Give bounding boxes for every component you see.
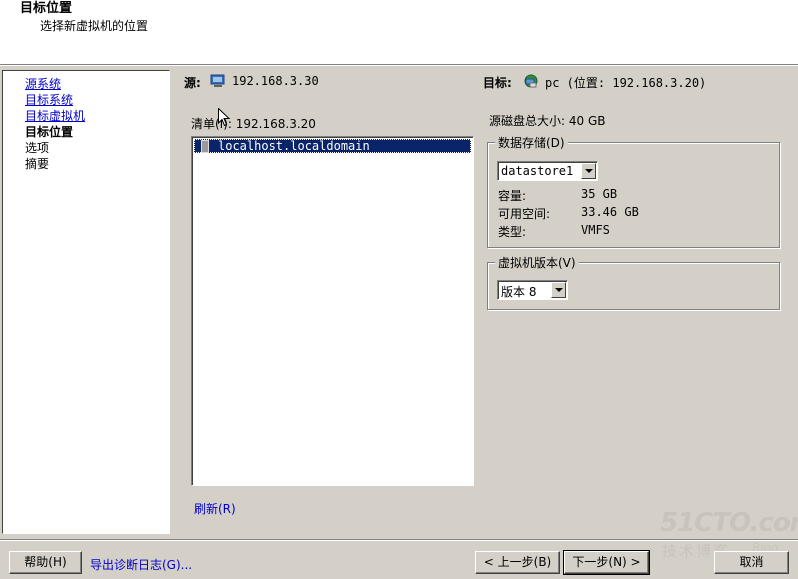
refresh-link[interactable]: 刷新(R) — [194, 500, 236, 517]
watermark: 51CTO.com 技术博客 Blog — [660, 508, 798, 560]
inventory-label: 清单(I): 192.168.3.20 — [191, 117, 316, 131]
watermark-line1: 51CTO.com — [660, 508, 798, 538]
datastore-group — [487, 142, 780, 248]
server-icon — [201, 140, 209, 153]
datastore-group-title: 数据存储(D) — [495, 134, 568, 151]
disk-total-size: 源磁盘总大小: 40 GB — [489, 114, 606, 128]
help-button[interactable]: 帮助(H) — [9, 551, 82, 574]
vm-version-group-title: 虚拟机版本(V) — [495, 254, 579, 271]
wizard-steps-panel: 源系统 目标系统 目标虚拟机 目标位置 选项 摘要 — [2, 70, 170, 534]
computer-icon — [210, 74, 225, 87]
chevron-down-icon[interactable] — [551, 282, 566, 298]
capacity-value: 35 GB — [581, 187, 618, 201]
page-subtitle: 选择新虚拟机的位置 — [40, 19, 149, 33]
list-item-label: localhost.localdomain — [218, 139, 370, 153]
source-label: 源: — [184, 76, 201, 90]
free-space-value: 33.46 GB — [581, 205, 639, 219]
vm-host-icon — [524, 74, 538, 88]
step-target-system[interactable]: 目标系统 — [25, 93, 73, 108]
target-host: pc (位置: 192.168.3.20) — [545, 76, 707, 90]
footer-divider — [0, 539, 798, 541]
inventory-list[interactable]: localhost.localdomain — [191, 136, 474, 486]
datastore-select-value: datastore1 — [501, 164, 574, 178]
mouse-cursor-icon — [218, 108, 230, 127]
step-summary: 摘要 — [25, 157, 50, 171]
step-target-location: 目标位置 — [25, 125, 74, 139]
chevron-down-icon[interactable] — [581, 163, 596, 179]
type-label: 类型: — [498, 225, 527, 239]
step-source-system[interactable]: 源系统 — [25, 77, 61, 92]
export-diagnostic-log-link[interactable]: 导出诊断日志(G)... — [90, 556, 192, 573]
back-button[interactable]: < 上一步(B) — [475, 551, 560, 574]
next-button[interactable]: 下一步(N) > — [563, 550, 650, 575]
vm-version-select-value: 版本 8 — [501, 285, 537, 299]
step-target-vm[interactable]: 目标虚拟机 — [25, 109, 85, 124]
target-label: 目标: — [483, 76, 512, 90]
vm-version-select[interactable]: 版本 8 — [497, 280, 568, 300]
free-space-label: 可用空间: — [498, 207, 551, 221]
wizard-header: 目标位置 选择新虚拟机的位置 — [0, 0, 798, 64]
header-divider — [0, 64, 798, 66]
type-value: VMFS — [581, 223, 610, 237]
list-item[interactable]: localhost.localdomain — [194, 139, 471, 153]
capacity-label: 容量: — [498, 189, 527, 203]
datastore-select[interactable]: datastore1 — [497, 161, 598, 181]
cancel-button[interactable]: 取消 — [714, 551, 789, 574]
page-title: 目标位置 — [20, 1, 73, 16]
source-address: 192.168.3.30 — [232, 74, 319, 88]
step-options: 选项 — [25, 141, 50, 155]
